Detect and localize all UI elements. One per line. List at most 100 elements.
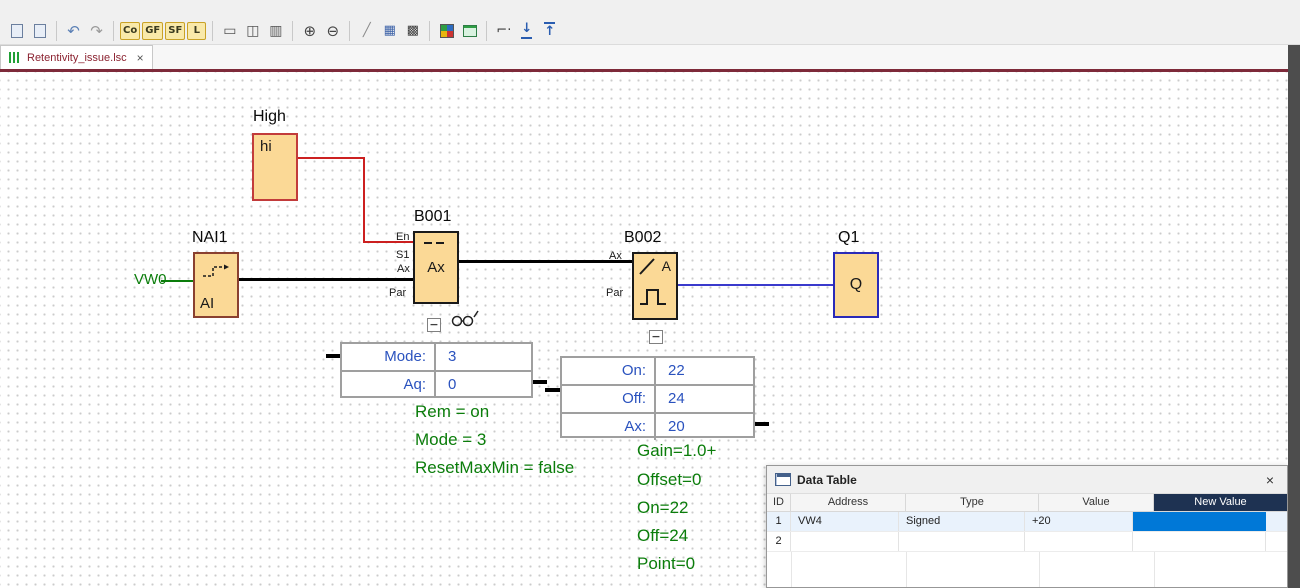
- param-value[interactable]: 22: [656, 358, 753, 384]
- join-window-button[interactable]: [29, 20, 50, 41]
- b001-pin-en: En: [396, 231, 409, 243]
- annotation-offset[interactable]: Offset=0: [637, 470, 701, 490]
- wire-red-h1[interactable]: [296, 157, 365, 159]
- data-table-titlebar[interactable]: Data Table ×: [767, 466, 1287, 494]
- annotation-point[interactable]: Point=0: [637, 554, 695, 574]
- data-table-empty-area: [767, 552, 1287, 588]
- network-analog-input-block[interactable]: AI: [193, 252, 239, 318]
- param-connector-stub: [326, 354, 341, 358]
- upload-from-device-button[interactable]: ↑: [539, 20, 560, 41]
- annotation-resetmaxmin[interactable]: ResetMaxMin = false: [415, 458, 574, 478]
- basic-functions-gf-button[interactable]: GF: [142, 22, 163, 40]
- param-value[interactable]: 20: [656, 414, 753, 440]
- download-arrow-icon: ↓: [521, 22, 532, 39]
- right-panel-collapsed[interactable]: [1288, 45, 1300, 588]
- annotation-mode[interactable]: Mode = 3: [415, 430, 486, 450]
- main-toolbar: ↶ ↷ Co GF SF L ▭ ◫ ▥ ⊕ ⊖ ╱ ▦ ▩ ⌐· ↓ ↑: [0, 0, 1300, 45]
- data-table-close-icon[interactable]: ×: [1261, 472, 1279, 488]
- online-test-icon: [463, 25, 477, 37]
- window-layout-split2-button[interactable]: ◫: [242, 20, 263, 41]
- annotation-gain[interactable]: Gain=1.0+: [637, 441, 716, 461]
- zoom-out-button[interactable]: ⊖: [322, 20, 343, 41]
- ai-block-text: AI: [200, 295, 214, 312]
- tab-title: Retentivity_issue.lsc: [27, 52, 127, 64]
- wire-black-ai-to-b001[interactable]: [237, 278, 415, 281]
- toolbar-separator: [429, 21, 430, 41]
- collapse-params-b001-button[interactable]: −: [427, 318, 441, 332]
- data-table-icon: [775, 473, 791, 486]
- nai1-block-label: NAI1: [192, 229, 228, 247]
- zoom-in-button[interactable]: ⊕: [299, 20, 320, 41]
- annotation-on[interactable]: On=22: [637, 498, 689, 518]
- wire-blue-b002-to-q1[interactable]: [676, 284, 835, 286]
- b002-parameter-box[interactable]: On: 22 Off: 24 Ax: 20: [560, 356, 755, 438]
- column-header-new-value: New Value: [1154, 494, 1287, 511]
- b001-pin-ax: Ax: [397, 263, 410, 275]
- table-row[interactable]: 2: [767, 532, 1287, 552]
- hi-flag-block[interactable]: hi: [252, 133, 298, 201]
- grid-tool-button[interactable]: ▦: [379, 20, 400, 41]
- cell-type: [899, 532, 1025, 551]
- tab-retentivity-issue[interactable]: Retentivity_issue.lsc ×: [0, 45, 153, 69]
- param-row: On: 22: [562, 358, 753, 386]
- undo-button[interactable]: ↶: [63, 20, 84, 41]
- hi-block-text: hi: [260, 138, 272, 155]
- param-label: Mode:: [342, 344, 436, 370]
- table-row[interactable]: 1 VW4 Signed +20: [767, 512, 1287, 532]
- split-pages-icon: [11, 24, 23, 38]
- annotation-off[interactable]: Off=24: [637, 526, 688, 546]
- param-connector-stub: [532, 380, 547, 384]
- b001-parameter-box[interactable]: Mode: 3 Aq: 0: [340, 342, 533, 398]
- collapse-params-b002-button[interactable]: −: [649, 330, 663, 344]
- toolbar-separator: [486, 21, 487, 41]
- online-test-button[interactable]: [459, 20, 480, 41]
- analog-threshold-trigger-block[interactable]: A: [632, 252, 678, 320]
- split-window-button[interactable]: [6, 20, 27, 41]
- annotation-rem[interactable]: Rem = on: [415, 402, 489, 422]
- param-value[interactable]: 24: [656, 386, 753, 412]
- column-header-id: ID: [767, 494, 791, 511]
- cell-id: 1: [767, 512, 791, 531]
- data-table-window[interactable]: Data Table × ID Address Type Value New V…: [766, 465, 1288, 588]
- app-window: ↶ ↷ Co GF SF L ▭ ◫ ▥ ⊕ ⊖ ╱ ▦ ▩ ⌐· ↓ ↑: [0, 0, 1300, 588]
- b001-block-text: Ax: [415, 259, 457, 276]
- b001-function-block[interactable]: Ax: [413, 231, 459, 304]
- param-value[interactable]: 0: [436, 372, 531, 398]
- lsc-file-icon: [9, 52, 21, 63]
- line-draw-tool-button[interactable]: ╱: [356, 20, 377, 41]
- vw0-address-label: VW0: [134, 271, 167, 288]
- param-value[interactable]: 3: [436, 344, 531, 370]
- data-table-title: Data Table: [797, 473, 857, 487]
- glasses-icon: [449, 306, 481, 330]
- logic-l-button[interactable]: L: [187, 22, 206, 40]
- column-header-address: Address: [791, 494, 906, 511]
- redo-button[interactable]: ↷: [86, 20, 107, 41]
- param-connector-stub: [754, 422, 769, 426]
- snap-grid-tool-button[interactable]: ▩: [402, 20, 423, 41]
- download-to-device-button[interactable]: ↓: [516, 20, 537, 41]
- new-value-edit-cell[interactable]: [1133, 512, 1266, 531]
- param-connector-stub: [545, 388, 560, 392]
- b001-pin-s1: S1: [396, 249, 409, 261]
- wire-red-vertical[interactable]: [363, 157, 365, 243]
- constants-co-button[interactable]: Co: [120, 22, 140, 40]
- b002-block-label: B002: [624, 229, 661, 247]
- toolbar-button-row: ↶ ↷ Co GF SF L ▭ ◫ ▥ ⊕ ⊖ ╱ ▦ ▩ ⌐· ↓ ↑: [6, 20, 560, 41]
- cell-address: VW4: [791, 512, 899, 531]
- output-block[interactable]: Q: [833, 252, 879, 318]
- b001-block-label: B001: [414, 208, 451, 226]
- wire-black-b001-to-b002[interactable]: [457, 260, 634, 263]
- hi-block-label: High: [253, 108, 286, 126]
- b002-pin-par: Par: [606, 287, 623, 299]
- tab-close-icon[interactable]: ×: [137, 51, 144, 65]
- toolbar-separator: [56, 21, 57, 41]
- toolbar-separator: [212, 21, 213, 41]
- param-label: Ax:: [562, 414, 656, 440]
- window-layout-single-button[interactable]: ▭: [219, 20, 240, 41]
- window-layout-split3-button[interactable]: ▥: [265, 20, 286, 41]
- simulation-button[interactable]: [436, 20, 457, 41]
- cell-new-value: [1133, 532, 1266, 551]
- line-style-button[interactable]: ⌐·: [493, 20, 514, 41]
- special-functions-sf-button[interactable]: SF: [165, 22, 185, 40]
- cell-address: [791, 532, 899, 551]
